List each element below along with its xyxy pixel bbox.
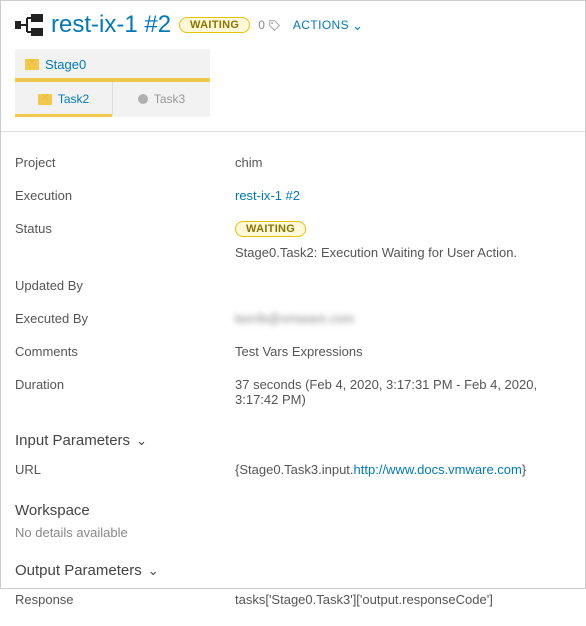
- tag-icon: [268, 19, 281, 32]
- execution-link[interactable]: rest-ix-1 #2: [235, 188, 300, 203]
- task-tab-task3[interactable]: Task3: [112, 82, 210, 117]
- executed-by-value: kerrib@vmware.com: [235, 311, 354, 326]
- response-value: tasks['Stage0.Task3']['output.responseCo…: [235, 592, 493, 607]
- status-badge-inline: WAITING: [235, 221, 306, 237]
- dot-icon: [138, 94, 148, 104]
- url-link[interactable]: http://www.docs.vmware.com: [354, 462, 522, 477]
- updated-by-label: Updated By: [15, 278, 235, 293]
- status-label: Status: [15, 221, 235, 236]
- execution-label: Execution: [15, 188, 235, 203]
- status-text: Stage0.Task2: Execution Waiting for User…: [235, 245, 517, 260]
- url-value: {Stage0.Task3.input.http://www.docs.vmwa…: [235, 462, 526, 477]
- pipeline-icon: [15, 13, 43, 37]
- executed-by-label: Executed By: [15, 311, 235, 326]
- comments-value: Test Vars Expressions: [235, 344, 363, 359]
- comments-label: Comments: [15, 344, 235, 359]
- actions-menu[interactable]: ACTIONS ⌄: [293, 18, 363, 32]
- workspace-heading: Workspace: [15, 486, 571, 523]
- chevron-down-icon: ⌄: [136, 434, 147, 447]
- task-tab-task2[interactable]: Task2: [15, 82, 112, 117]
- chevron-down-icon: ⌄: [352, 19, 363, 32]
- duration-label: Duration: [15, 377, 235, 392]
- tag-count: 0: [258, 18, 281, 32]
- input-parameters-toggle[interactable]: Input Parameters ⌄: [15, 416, 571, 453]
- envelope-icon: [25, 59, 39, 70]
- project-value: chim: [235, 155, 262, 170]
- page-title: rest-ix-1 #2: [51, 11, 171, 39]
- status-badge: WAITING: [179, 17, 250, 33]
- duration-value: 37 seconds (Feb 4, 2020, 3:17:31 PM - Fe…: [235, 377, 571, 407]
- workspace-empty: No details available: [15, 523, 571, 546]
- output-parameters-toggle[interactable]: Output Parameters ⌄: [15, 546, 571, 583]
- stage-label: Stage0: [45, 57, 86, 72]
- stage-card: Stage0 Task2 Task3: [15, 49, 210, 117]
- envelope-icon: [38, 94, 52, 105]
- url-label: URL: [15, 462, 235, 477]
- project-label: Project: [15, 155, 235, 170]
- chevron-down-icon: ⌄: [148, 564, 159, 577]
- response-label: Response: [15, 592, 235, 607]
- stage-header[interactable]: Stage0: [15, 49, 210, 82]
